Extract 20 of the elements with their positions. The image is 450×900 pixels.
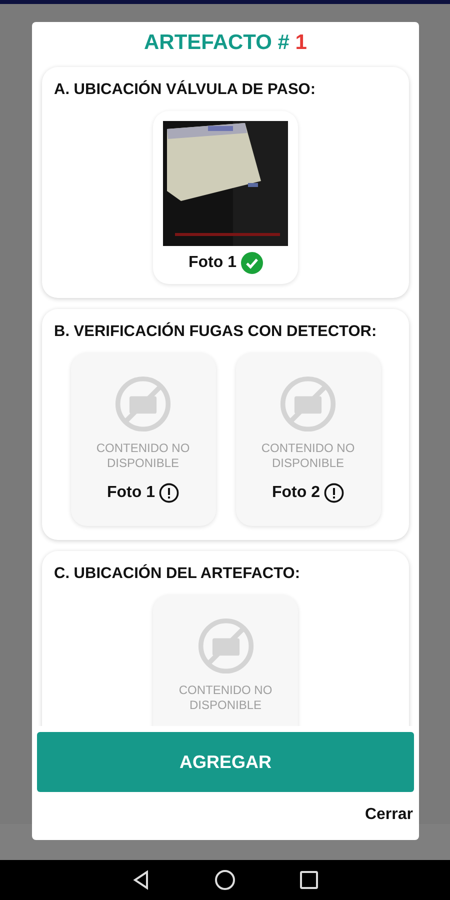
section-title: C. UBICACIÓN DEL ARTEFACTO: bbox=[54, 565, 301, 583]
no-image-icon bbox=[114, 375, 172, 433]
unavailable-text: CONTENIDO NO DISPONIBLE bbox=[95, 441, 191, 471]
no-image-icon bbox=[196, 617, 254, 675]
section-title: A. UBICACIÓN VÁLVULA DE PASO: bbox=[54, 81, 316, 99]
photo-card[interactable]: Foto 1 bbox=[153, 111, 298, 284]
recents-icon[interactable] bbox=[298, 870, 319, 890]
add-button[interactable]: AGREGAR bbox=[37, 732, 414, 792]
photo-card[interactable]: CONTENIDO NO DISPONIBLE Foto 2 bbox=[236, 353, 380, 526]
photo-label: Foto 1 bbox=[107, 484, 155, 502]
close-link[interactable]: Cerrar bbox=[364, 806, 413, 840]
home-icon[interactable] bbox=[214, 869, 236, 891]
dialog-title: ARTEFACTO # 1 bbox=[143, 30, 308, 56]
no-image-icon bbox=[279, 375, 337, 433]
photo-card[interactable]: CONTENIDO NO DISPONIBLE Foto 1 bbox=[70, 353, 216, 526]
unavailable-text: CONTENIDO NO DISPONIBLE bbox=[178, 683, 274, 713]
unavailable-text: CONTENIDO NO DISPONIBLE bbox=[260, 441, 356, 471]
section-title: B. VERIFICACIÓN FUGAS CON DETECTOR: bbox=[54, 323, 378, 341]
photo-label: Foto 1 bbox=[188, 254, 236, 272]
photo-label: Foto 2 bbox=[272, 484, 320, 502]
